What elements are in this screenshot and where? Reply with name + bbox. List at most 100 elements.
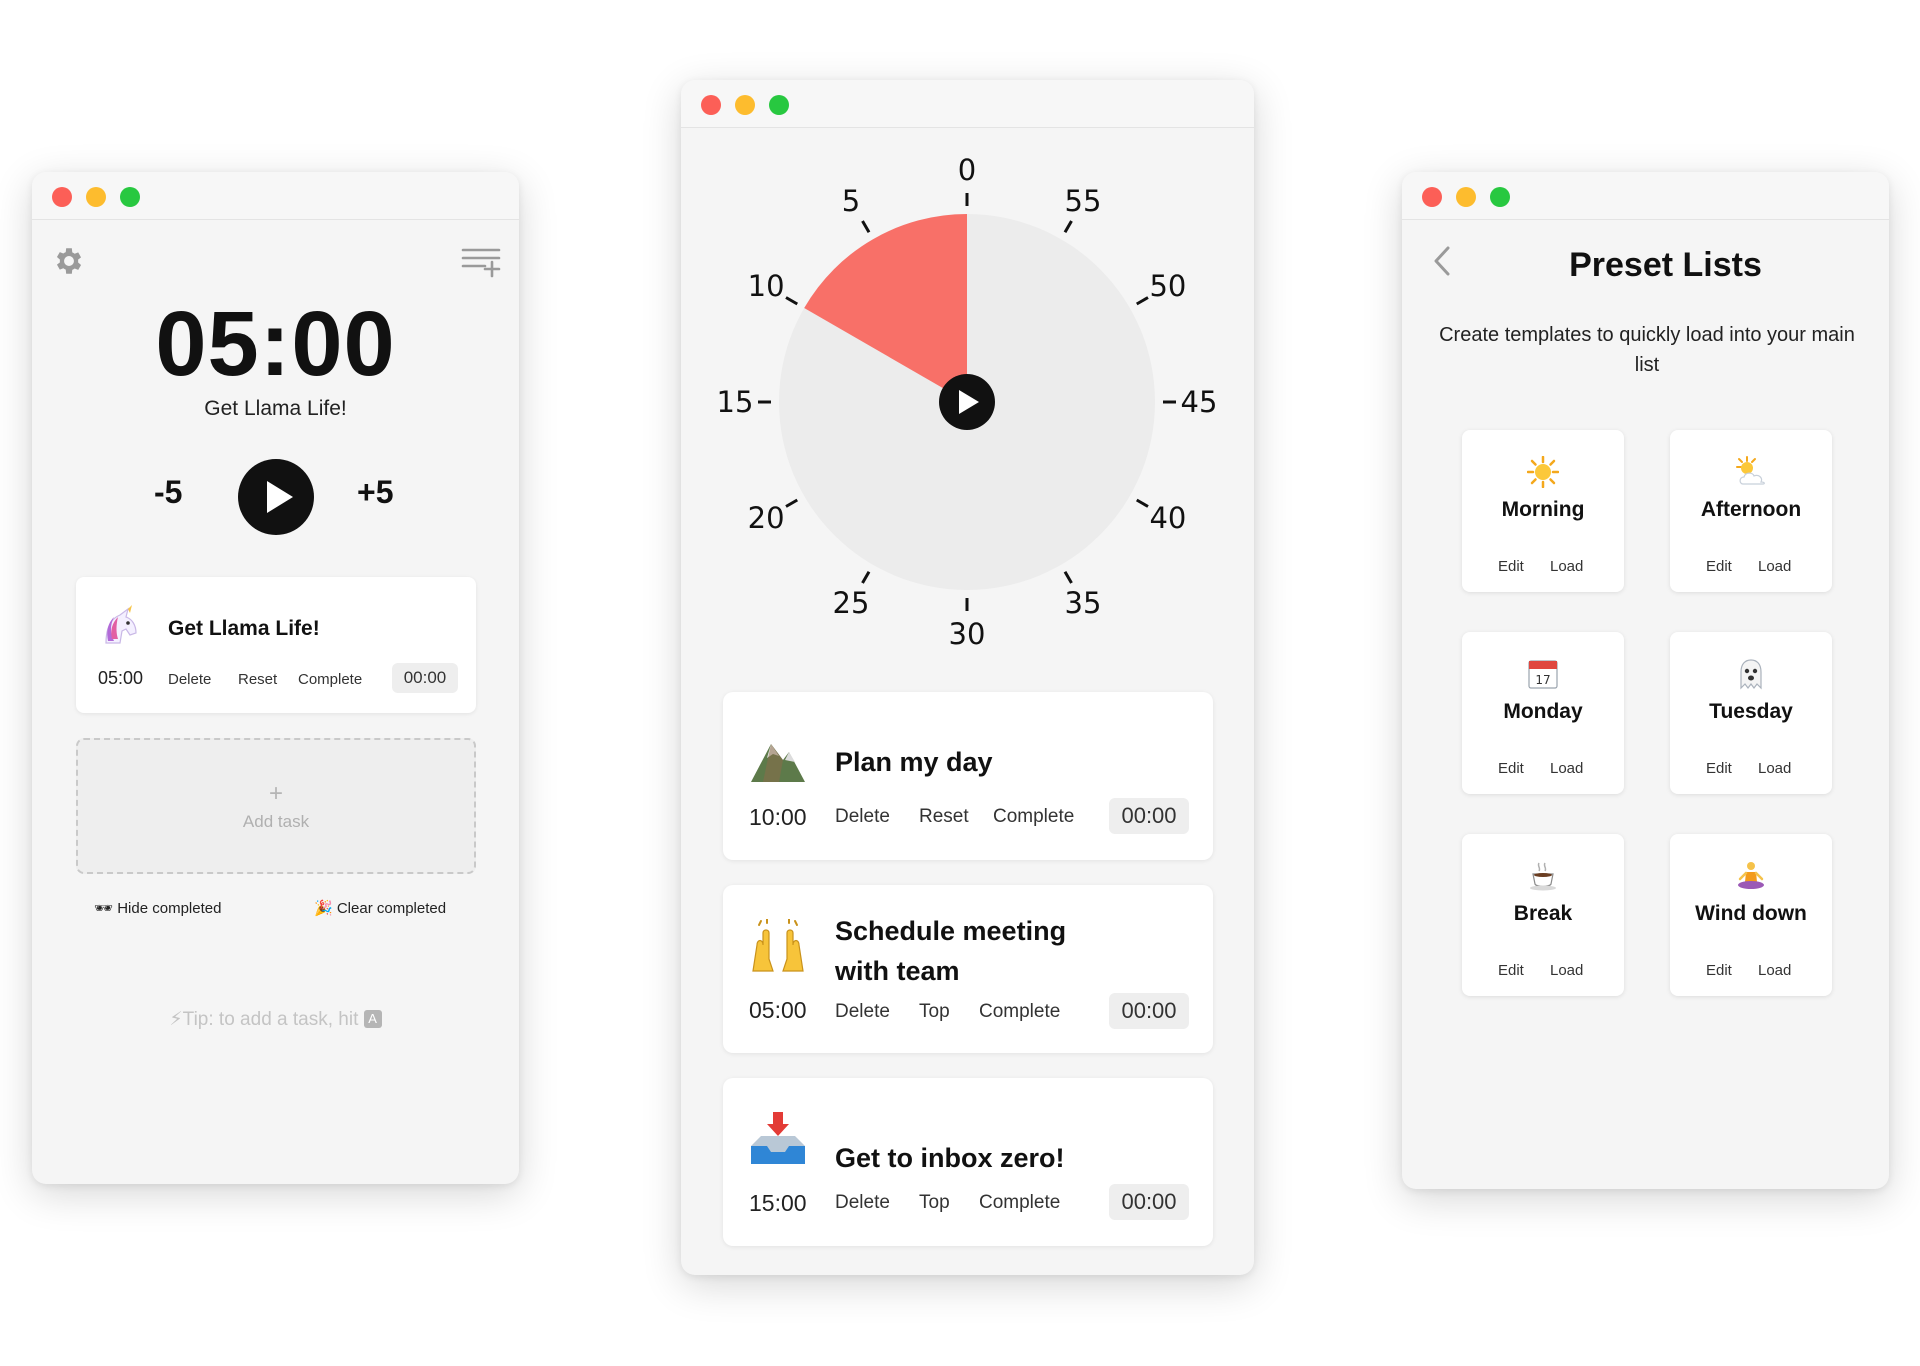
task-card-inbox-zero[interactable]: Get to inbox zero! 15:00 Delete Top Comp… [723,1078,1213,1246]
preset-icon-wrap [1670,456,1832,488]
dial-label: 5 [842,184,860,218]
dial-label: 45 [1181,385,1218,419]
close-button[interactable] [52,187,72,207]
minimize-button[interactable] [735,95,755,115]
delete-button[interactable]: Delete [835,806,890,828]
dial-label: 55 [1065,184,1102,218]
hide-completed-button[interactable]: 🕶 Hide completed [94,899,221,917]
top-button[interactable]: Top [919,1192,950,1214]
gear-icon[interactable] [52,244,86,278]
countdown-display: 05:00 [155,293,396,395]
page-title: Preset Lists [1569,246,1762,284]
task-card-plan-my-day[interactable]: Plan my day 10:00 Delete Reset Complete … [723,692,1213,860]
load-button[interactable]: Load [1550,962,1583,979]
preset-name: Break [1513,902,1573,925]
dial-tick [1135,296,1149,306]
task-duration[interactable]: 10:00 [749,804,807,831]
tip-text: ⚡Tip: to add a task, hit A [32,1008,519,1031]
edit-button[interactable]: Edit [1498,760,1524,777]
dial-play-button[interactable] [939,374,995,430]
delete-button[interactable]: Delete [835,1192,890,1214]
task-card-schedule-meeting[interactable]: Schedule meeting with team 05:00 Delete … [723,885,1213,1053]
preset-card-wind-down[interactable]: Wind down Edit Load [1670,834,1832,996]
edit-button[interactable]: Edit [1706,760,1732,777]
add-task-label: Add task [242,812,310,831]
task-duration[interactable]: 15:00 [749,1190,807,1217]
minus-five-button[interactable]: -5 [154,474,182,511]
calendar-icon: 17 [1528,660,1558,689]
minimize-button[interactable] [1456,187,1476,207]
add-task-button[interactable]: + Add task [76,738,476,874]
dial-tick [1135,498,1149,508]
load-button[interactable]: Load [1758,962,1791,979]
inbox-tray-icon [751,1112,805,1164]
play-icon [267,481,293,513]
task-duration[interactable]: 05:00 [749,997,807,1024]
elapsed-time: 00:00 [392,663,458,693]
calendar-day: 17 [1535,673,1550,687]
preset-card-break[interactable]: Break Edit Load [1462,834,1624,996]
raised-hands-icon [752,919,804,972]
clear-completed-button[interactable]: 🎉 Clear completed [314,899,446,917]
complete-button[interactable]: Complete [979,1192,1060,1214]
preset-card-afternoon[interactable]: Afternoon Edit Load [1670,430,1832,592]
close-button[interactable] [1422,187,1442,207]
elapsed-time: 00:00 [1109,798,1189,834]
task-name: Get Llama Life! [168,617,320,640]
list-add-icon[interactable] [461,246,501,278]
edit-button[interactable]: Edit [1706,558,1732,575]
edit-button[interactable]: Edit [1498,962,1524,979]
edit-button[interactable]: Edit [1498,558,1524,575]
complete-button[interactable]: Complete [979,1001,1060,1023]
edit-button[interactable]: Edit [1706,962,1732,979]
top-button[interactable]: Top [919,1001,950,1023]
page-description: Create templates to quickly load into yo… [1439,324,1855,376]
preset-name: Tuesday [1709,700,1793,723]
sun-icon [1527,456,1559,488]
load-button[interactable]: Load [1550,760,1583,777]
load-button[interactable]: Load [1758,558,1791,575]
dial-tick [861,220,871,234]
reset-button[interactable]: Reset [919,806,969,828]
preset-icon-wrap [1670,860,1832,892]
dial-label: 0 [958,153,976,187]
reset-button[interactable]: Reset [238,671,277,688]
close-button[interactable] [701,95,721,115]
dial-label: 20 [748,501,785,535]
keyboard-key: A [363,1010,382,1028]
load-button[interactable]: Load [1758,760,1791,777]
zoom-button[interactable] [769,95,789,115]
title-bar [1402,172,1889,220]
preset-name: Morning [1501,498,1585,521]
preset-lists-window: Preset Lists Create templates to quickly… [1402,172,1889,1189]
zoom-button[interactable] [120,187,140,207]
dial-label: 25 [833,586,870,620]
dial-label: 15 [717,385,754,419]
task-duration[interactable]: 05:00 [98,668,143,689]
timer-window: 05:00 Get Llama Life! -5 +5 Get Llama Li… [32,172,519,1184]
preset-icon-wrap [1462,860,1624,892]
play-button[interactable] [238,459,314,535]
task-name-line-1: Schedule meeting [835,916,1067,946]
timer-dial[interactable]: 0 5 10 15 20 25 30 35 40 45 50 55 [681,128,1254,688]
dial-tick [785,296,799,306]
dial-timer-window: 0 5 10 15 20 25 30 35 40 45 50 55 Plan my day 10:00… [681,80,1254,1275]
delete-button[interactable]: Delete [168,671,211,688]
preset-card-morning[interactable]: Morning Edit Load [1462,430,1624,592]
sun-cloud-icon [1736,456,1765,485]
dial-label: 35 [1065,586,1102,620]
complete-button[interactable]: Complete [298,671,362,688]
preset-icon-wrap [1670,658,1832,690]
preset-name: Wind down [1695,902,1807,925]
zoom-button[interactable] [1490,187,1510,207]
preset-card-monday[interactable]: 17 Monday Edit Load [1462,632,1624,794]
complete-button[interactable]: Complete [993,806,1074,828]
delete-button[interactable]: Delete [835,1001,890,1023]
task-card[interactable]: Get Llama Life! 05:00 Delete Reset Compl… [76,577,476,713]
load-button[interactable]: Load [1550,558,1583,575]
title-bar [32,172,519,220]
ghost-icon [1740,659,1762,690]
plus-five-button[interactable]: +5 [357,474,393,511]
minimize-button[interactable] [86,187,106,207]
preset-card-tuesday[interactable]: Tuesday Edit Load [1670,632,1832,794]
